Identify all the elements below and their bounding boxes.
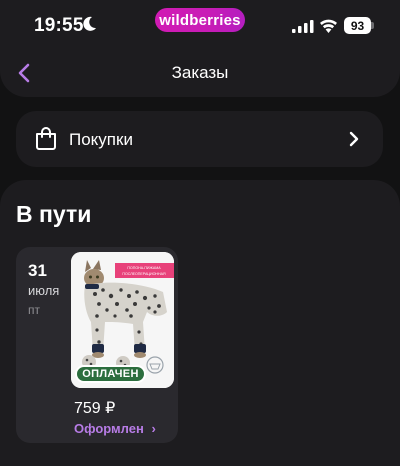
brand-logo: wildberries [155, 8, 245, 32]
purchases-row[interactable]: Покупки [16, 111, 383, 167]
order-day: 31 [28, 261, 47, 280]
order-card[interactable]: 31 июля пт ПОПОНА-ПИЖАМА ПОСЛЕОПЕРАЦИОНН… [16, 247, 178, 443]
chevron-right-icon [349, 131, 359, 147]
wifi-icon [320, 19, 337, 33]
moon-icon [83, 16, 96, 31]
shopping-bag-icon [36, 127, 56, 150]
signal-icon [292, 20, 314, 33]
paid-badge: ОПЛАЧЕН [75, 365, 146, 383]
chevron-right-icon: › [151, 421, 156, 436]
product-tag-line2: ПОСЛЕОПЕРАЦИОННАЯ [122, 272, 166, 276]
product-tag-line1: ПОПОНА-ПИЖАМА [127, 266, 161, 270]
section-title: В пути [16, 201, 92, 227]
order-month: июля [28, 283, 60, 298]
battery-cap [371, 22, 374, 29]
top-bar: 19:55 wildberries 93 Заказы [0, 0, 400, 97]
in-transit-section: В пути 31 июля пт ПОПОНА-ПИЖАМА ПОСЛЕОПЕ… [0, 180, 400, 466]
order-status-link[interactable]: Оформлен › [74, 421, 156, 436]
page-title: Заказы [171, 63, 229, 82]
order-price: 759 ₽ [74, 400, 116, 417]
status-time: 19:55 [34, 15, 84, 36]
order-weekday: пт [28, 303, 40, 317]
battery-icon: 93 [344, 17, 371, 34]
purchases-label: Покупки [69, 130, 133, 149]
order-status-label: Оформлен [74, 421, 144, 436]
